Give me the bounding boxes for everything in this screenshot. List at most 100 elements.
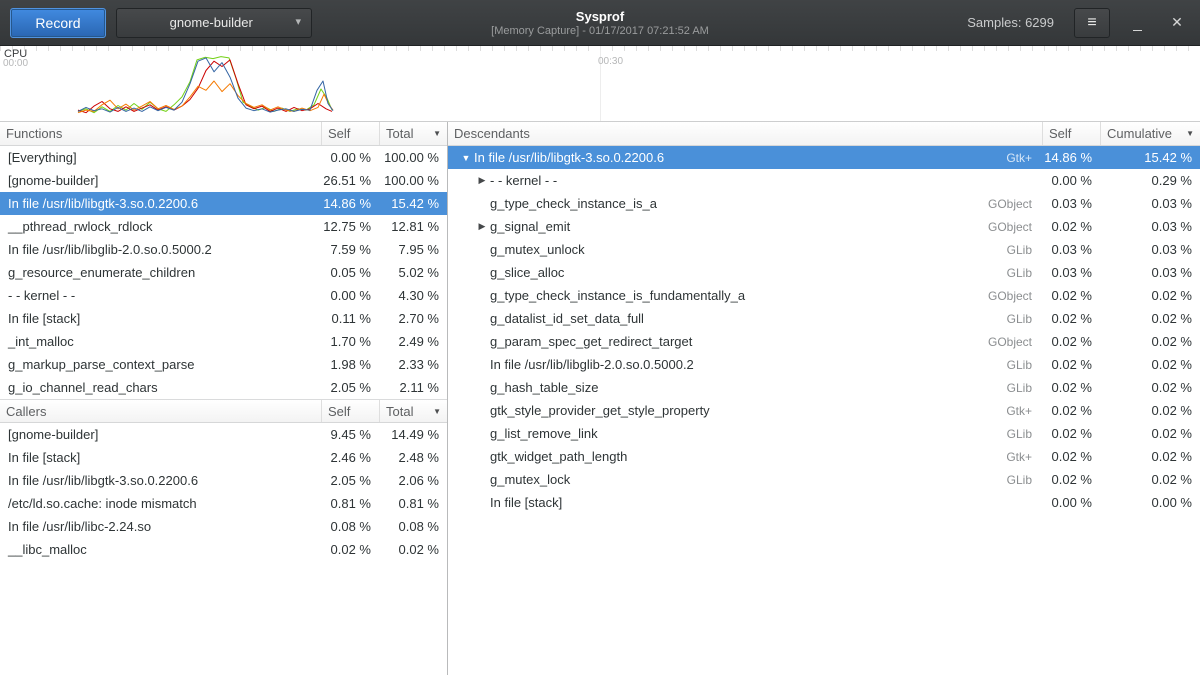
tree-row[interactable]: ▼In file /usr/lib/libgtk-3.so.0.2200.6Gt… — [448, 146, 1200, 169]
tree-row[interactable]: g_datalist_id_set_data_fullGLib0.02 %0.0… — [448, 307, 1200, 330]
callers-total-column-header[interactable]: Total ▼ — [379, 400, 447, 422]
callers-self-column-header[interactable]: Self — [321, 400, 379, 422]
table-row[interactable]: In file [stack]0.11 %2.70 % — [0, 307, 447, 330]
cpu-timeline[interactable]: CPU 00:00 00:30 — [0, 46, 1200, 122]
functions-total-column-header[interactable]: Total ▼ — [379, 122, 447, 145]
self-value: 1.98 % — [321, 353, 379, 376]
function-name: g_signal_emit — [490, 219, 570, 234]
function-name: g_param_spec_get_redirect_target — [490, 334, 692, 349]
self-value: 0.00 % — [321, 146, 379, 169]
table-row[interactable]: /etc/ld.so.cache: inode mismatch0.81 %0.… — [0, 492, 447, 515]
function-name: g_mutex_lock — [490, 472, 570, 487]
table-row[interactable]: g_markup_parse_context_parse1.98 %2.33 % — [0, 353, 447, 376]
tree-row[interactable]: g_mutex_lockGLib0.02 %0.02 % — [448, 468, 1200, 491]
library-badge: GLib — [1007, 312, 1042, 326]
total-value: 2.11 % — [379, 376, 447, 399]
function-name: g_datalist_id_set_data_full — [490, 311, 644, 326]
tree-row[interactable]: g_mutex_unlockGLib0.03 %0.03 % — [448, 238, 1200, 261]
function-name: [Everything] — [0, 146, 321, 169]
table-row[interactable]: _int_malloc1.70 %2.49 % — [0, 330, 447, 353]
close-button[interactable]: ✕ — [1164, 10, 1190, 36]
table-row[interactable]: In file [stack]2.46 %2.48 % — [0, 446, 447, 469]
tree-row[interactable]: g_param_spec_get_redirect_target GObject0… — [448, 330, 1200, 353]
cumulative-value: 0.03 % — [1100, 238, 1200, 261]
tree-row[interactable]: g_hash_table_sizeGLib0.02 %0.02 % — [448, 376, 1200, 399]
table-row[interactable]: [gnome-builder]26.51 %100.00 % — [0, 169, 447, 192]
function-name: [gnome-builder] — [0, 423, 321, 446]
time-label-start: 00:00 — [3, 58, 28, 69]
table-row[interactable]: In file /usr/lib/libglib-2.0.so.0.5000.2… — [0, 238, 447, 261]
left-pane-filler — [0, 561, 447, 675]
callers-total-label: Total — [386, 404, 413, 419]
right-pane: Descendants Self Cumulative ▼ ▼In file /… — [448, 122, 1200, 675]
functions-table: Functions Self Total ▼ [Everything]0.00 … — [0, 122, 447, 399]
function-name: [gnome-builder] — [0, 169, 321, 192]
library-badge: GLib — [1007, 266, 1042, 280]
process-selector[interactable]: gnome-builder ▾ — [116, 8, 312, 38]
function-name: In file [stack] — [490, 495, 562, 510]
tree-row[interactable]: g_list_remove_linkGLib0.02 %0.02 % — [448, 422, 1200, 445]
tree-row[interactable]: gtk_style_provider_get_style_propertyGtk… — [448, 399, 1200, 422]
self-value: 2.05 % — [321, 469, 379, 492]
function-name: _int_malloc — [0, 330, 321, 353]
functions-header-row: Functions Self Total ▼ — [0, 122, 447, 146]
sort-indicator-icon: ▼ — [433, 407, 441, 416]
function-name: g_markup_parse_context_parse — [0, 353, 321, 376]
function-name: - - kernel - - — [490, 173, 557, 188]
minimize-button[interactable] — [1124, 10, 1150, 36]
library-badge: GObject — [988, 335, 1042, 349]
tree-row[interactable]: g_slice_allocGLib0.03 %0.03 % — [448, 261, 1200, 284]
descendants-cumulative-column-header[interactable]: Cumulative ▼ — [1100, 122, 1200, 145]
cumulative-value: 0.02 % — [1100, 422, 1200, 445]
table-row[interactable]: [gnome-builder]9.45 %14.49 % — [0, 423, 447, 446]
table-row[interactable]: In file /usr/lib/libc-2.24.so0.08 %0.08 … — [0, 515, 447, 538]
tree-row[interactable]: ▶g_signal_emitGObject0.02 %0.03 % — [448, 215, 1200, 238]
table-row[interactable]: g_io_channel_read_chars2.05 %2.11 % — [0, 376, 447, 399]
table-row[interactable]: [Everything]0.00 %100.00 % — [0, 146, 447, 169]
table-row[interactable]: __pthread_rwlock_rdlock12.75 %12.81 % — [0, 215, 447, 238]
menu-button[interactable]: ≡ — [1074, 8, 1110, 38]
tree-row[interactable]: g_type_check_instance_is_fundamentally_a… — [448, 284, 1200, 307]
tree-row[interactable]: In file /usr/lib/libglib-2.0.so.0.5000.2… — [448, 353, 1200, 376]
sysprof-window: Record gnome-builder ▾ Sysprof [Memory C… — [0, 0, 1200, 675]
descendants-title[interactable]: Descendants — [448, 122, 1042, 145]
functions-total-label: Total — [386, 126, 413, 141]
callers-header-row: Callers Self Total ▼ — [0, 399, 447, 423]
cumulative-value: 0.02 % — [1100, 353, 1200, 376]
minimize-icon — [1133, 30, 1142, 31]
self-value: 0.08 % — [321, 515, 379, 538]
self-value: 0.02 % — [1042, 330, 1100, 353]
function-name: In file [stack] — [0, 307, 321, 330]
callers-title[interactable]: Callers — [0, 400, 321, 422]
table-row[interactable]: In file /usr/lib/libgtk-3.so.0.2200.62.0… — [0, 469, 447, 492]
self-value: 1.70 % — [321, 330, 379, 353]
library-badge: GObject — [988, 289, 1042, 303]
tree-cell: g_slice_allocGLib — [448, 261, 1042, 284]
self-value: 9.45 % — [321, 423, 379, 446]
callers-table-body: [gnome-builder]9.45 %14.49 %In file [sta… — [0, 423, 447, 561]
table-row[interactable]: g_resource_enumerate_children0.05 %5.02 … — [0, 261, 447, 284]
expander-closed-icon[interactable]: ▶ — [474, 221, 490, 232]
functions-title[interactable]: Functions — [0, 122, 321, 145]
functions-self-column-header[interactable]: Self — [321, 122, 379, 145]
expander-closed-icon[interactable]: ▶ — [474, 175, 490, 186]
samples-count: Samples: 6299 — [967, 15, 1054, 30]
expander-open-icon[interactable]: ▼ — [458, 153, 474, 163]
descendants-self-column-header[interactable]: Self — [1042, 122, 1100, 145]
tree-row[interactable]: g_type_check_instance_is_aGObject0.03 %0… — [448, 192, 1200, 215]
library-badge: Gtk+ — [1006, 404, 1042, 418]
tree-row[interactable]: gtk_widget_path_lengthGtk+0.02 %0.02 % — [448, 445, 1200, 468]
table-row[interactable]: __libc_malloc0.02 %0.02 % — [0, 538, 447, 561]
record-button[interactable]: Record — [10, 8, 106, 38]
tree-row[interactable]: ▶- - kernel - - 0.00 %0.29 % — [448, 169, 1200, 192]
table-row[interactable]: In file /usr/lib/libgtk-3.so.0.2200.614.… — [0, 192, 447, 215]
tree-row[interactable]: In file [stack]0.00 %0.00 % — [448, 491, 1200, 514]
total-value: 12.81 % — [379, 215, 447, 238]
function-name: In file /usr/lib/libglib-2.0.so.0.5000.2 — [490, 357, 694, 372]
cumulative-value: 0.29 % — [1100, 169, 1200, 192]
self-value: 0.00 % — [1042, 169, 1100, 192]
descendants-header-row: Descendants Self Cumulative ▼ — [448, 122, 1200, 146]
function-name: g_resource_enumerate_children — [0, 261, 321, 284]
tree-cell: In file /usr/lib/libglib-2.0.so.0.5000.2… — [448, 353, 1042, 376]
table-row[interactable]: - - kernel - -0.00 %4.30 % — [0, 284, 447, 307]
